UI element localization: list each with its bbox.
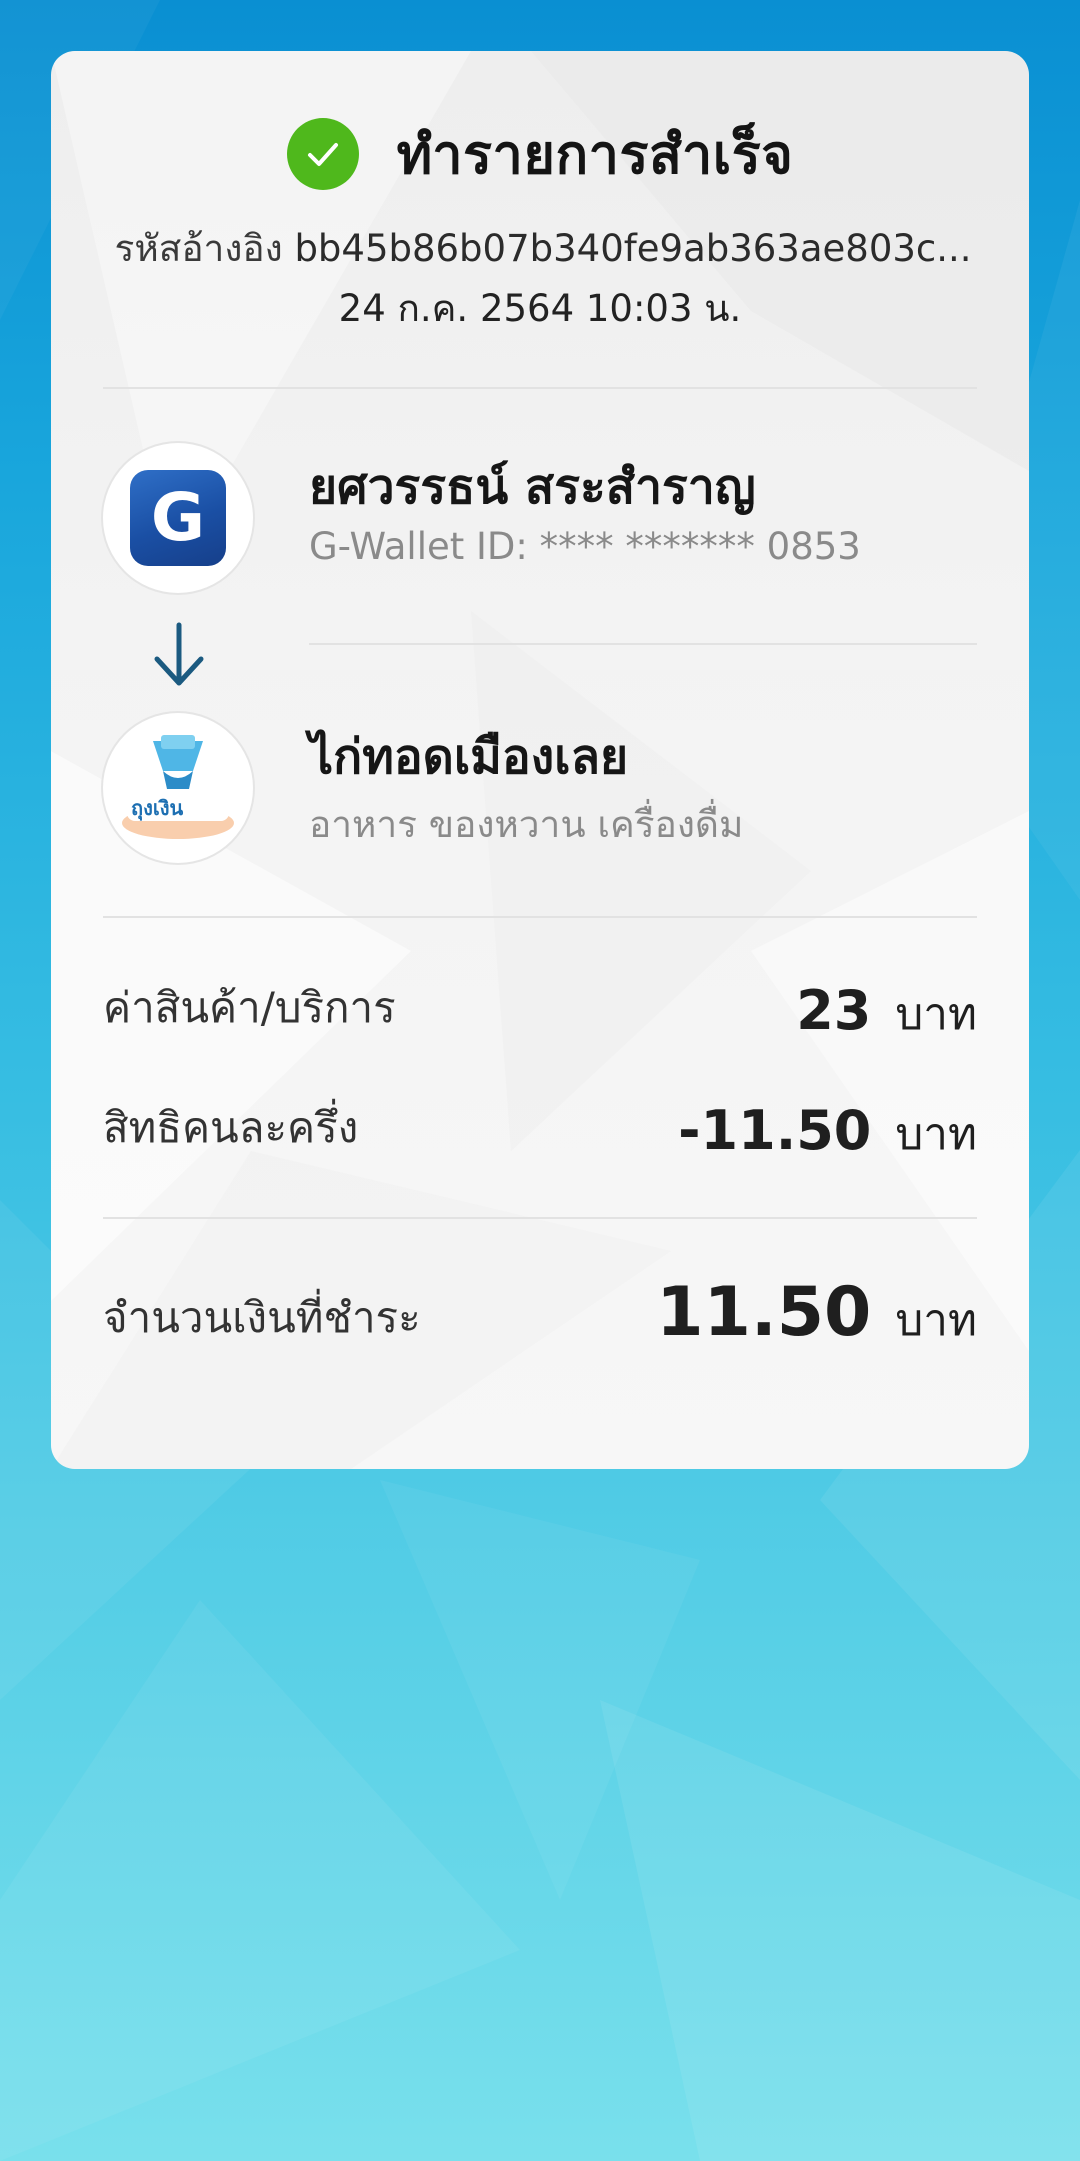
subsidy-unit: บาท xyxy=(895,1109,977,1160)
price-amount: 23 xyxy=(796,979,872,1042)
arrow-down-icon xyxy=(154,622,204,686)
subsidy-label: สิทธิคนละครึ่ง xyxy=(103,1103,359,1152)
reference-label: รหัสอ้างอิง xyxy=(114,227,283,270)
divider-bottom xyxy=(103,1217,977,1219)
receiver-logo-text: ถุงเงิน xyxy=(131,796,183,821)
price-unit: บาท xyxy=(895,989,977,1040)
sender-wallet-id: G-Wallet ID: **** ******* 0853 xyxy=(309,525,861,568)
status-title: ทำรายการสำเร็จ xyxy=(396,123,794,186)
divider-top xyxy=(103,387,977,389)
reference-value: bb45b86b07b340fe9ab363ae803c... xyxy=(294,227,972,270)
check-circle-icon xyxy=(286,118,359,190)
subsidy-value: -11.50 บาท xyxy=(678,1099,977,1169)
sender-row: G ยศวรรธน์ สระสำราญ G-Wallet ID: **** **… xyxy=(103,443,983,595)
receiver-category: อาหาร ของหวาน เครื่องดื่ม xyxy=(309,803,744,846)
divider-party xyxy=(309,643,977,645)
subsidy-row: สิทธิคนละครึ่ง -11.50 บาท xyxy=(103,1095,977,1175)
thungngoen-logo-icon: ถุงเงิน xyxy=(122,735,234,839)
sender-avatar: G xyxy=(103,443,253,593)
receiver-avatar: ถุงเงิน xyxy=(103,713,253,863)
price-value: 23 บาท xyxy=(796,979,977,1049)
receipt-card: ทำรายการสำเร็จ รหัสอ้างอิง bb45b86b07b34… xyxy=(51,51,1029,1469)
reference-line: รหัสอ้างอิง bb45b86b07b340fe9ab363ae803c… xyxy=(103,219,983,278)
divider-middle xyxy=(103,916,977,918)
total-row: จำนวนเงินที่ชำระ 11.50 บาท xyxy=(103,1273,977,1373)
subsidy-amount: -11.50 xyxy=(678,1099,872,1162)
sender-name: ยศวรรธน์ สระสำราญ xyxy=(309,459,756,515)
price-row: ค่าสินค้า/บริการ 23 บาท xyxy=(103,975,977,1055)
total-value: 11.50 บาท xyxy=(656,1273,977,1355)
total-label: จำนวนเงินที่ชำระ xyxy=(103,1293,421,1342)
receiver-name: ไก่ทอดเมืองเลย xyxy=(309,729,629,785)
total-amount: 11.50 xyxy=(656,1273,872,1352)
status-header: ทำรายการสำเร็จ xyxy=(51,109,1029,199)
gwallet-logo-icon: G xyxy=(130,470,226,566)
price-label: ค่าสินค้า/บริการ xyxy=(103,983,396,1032)
total-unit: บาท xyxy=(895,1295,977,1346)
transaction-datetime: 24 ก.ค. 2564 10:03 น. xyxy=(338,287,742,330)
receiver-row: ถุงเงิน ไก่ทอดเมืองเลย อาหาร ของหวาน เคร… xyxy=(103,713,983,865)
